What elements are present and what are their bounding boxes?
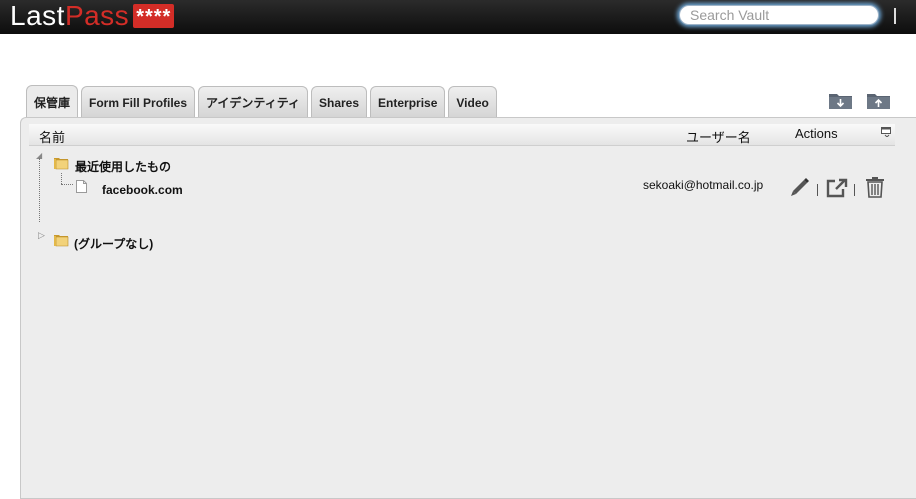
folder-download-icon[interactable] bbox=[828, 91, 853, 110]
column-username[interactable]: ユーザー名 bbox=[686, 127, 751, 146]
header-divider bbox=[894, 8, 896, 24]
column-actions: Actions bbox=[795, 126, 838, 141]
trash-icon[interactable] bbox=[864, 176, 886, 198]
action-divider bbox=[854, 184, 855, 196]
tree-line bbox=[39, 158, 40, 222]
site-page-icon bbox=[76, 180, 87, 193]
logo-stars: **** bbox=[133, 4, 175, 28]
vault-panel: 名前 ユーザー名 Actions ◢ 最近使用したもの facebook.com… bbox=[20, 117, 916, 499]
folder-no-group-label[interactable]: (グループなし) bbox=[74, 235, 153, 252]
collapsed-arrow-icon[interactable]: ▷ bbox=[38, 230, 45, 241]
site-username: sekoaki@hotmail.co.jp bbox=[643, 178, 764, 192]
tab-shares[interactable]: Shares bbox=[311, 86, 368, 118]
tab-vault[interactable]: 保管庫 bbox=[26, 85, 79, 118]
tree-line bbox=[61, 184, 73, 185]
lastpass-logo[interactable]: Last Pass **** bbox=[10, 0, 175, 33]
folder-recent-label[interactable]: 最近使用したもの bbox=[75, 158, 171, 175]
top-bar: Last Pass **** bbox=[0, 0, 916, 34]
column-name[interactable]: 名前 bbox=[39, 127, 65, 146]
search-input[interactable] bbox=[690, 6, 870, 24]
tab-form-fill-profiles[interactable]: Form Fill Profiles bbox=[81, 86, 196, 118]
tab-enterprise[interactable]: Enterprise bbox=[370, 86, 446, 118]
action-divider bbox=[817, 184, 818, 196]
tree-line bbox=[61, 173, 62, 184]
search-box[interactable] bbox=[679, 5, 879, 25]
logo-text-last: Last bbox=[10, 0, 65, 31]
vault-tabs: 保管庫 Form Fill Profiles アイデンティティ Shares E… bbox=[26, 84, 500, 118]
site-name[interactable]: facebook.com bbox=[102, 183, 183, 197]
column-header: 名前 ユーザー名 Actions bbox=[29, 124, 895, 146]
launch-site-icon[interactable] bbox=[826, 178, 848, 198]
edit-pencil-icon[interactable] bbox=[789, 176, 811, 198]
folder-upload-icon[interactable] bbox=[866, 91, 891, 110]
column-menu-icon[interactable] bbox=[881, 127, 891, 137]
tab-identities[interactable]: アイデンティティ bbox=[198, 86, 308, 118]
folder-icon bbox=[54, 158, 69, 170]
tab-video[interactable]: Video bbox=[448, 86, 497, 118]
folder-icon bbox=[54, 235, 69, 247]
logo-text-pass: Pass bbox=[64, 0, 130, 31]
